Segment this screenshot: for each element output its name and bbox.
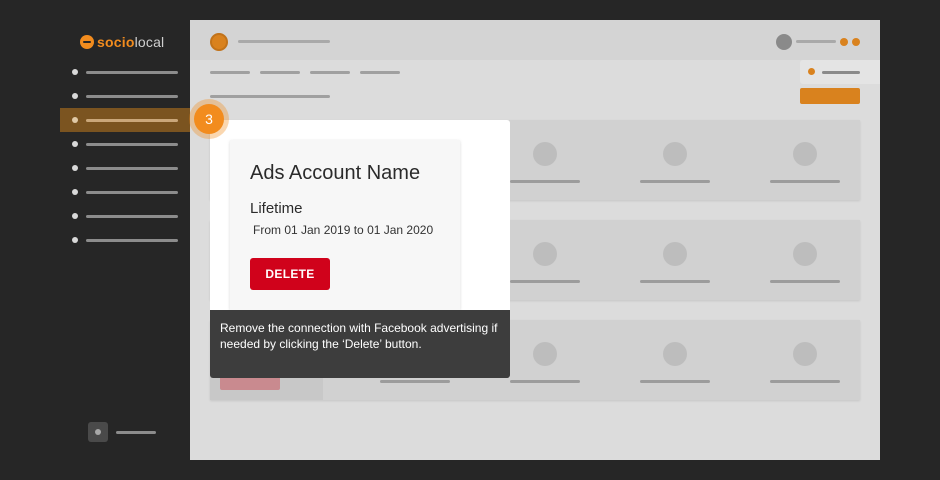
page-avatar[interactable] bbox=[210, 33, 228, 51]
metric-column bbox=[610, 120, 740, 200]
account-name: Ads Account Name bbox=[250, 162, 421, 184]
filter-pill[interactable] bbox=[800, 60, 880, 84]
logo-text-socio: socio bbox=[97, 34, 135, 50]
add-account-button[interactable] bbox=[800, 88, 860, 104]
ad-account-card: Ads Account Name Lifetime From 01 Jan 20… bbox=[230, 140, 460, 310]
menu-dot-icon bbox=[72, 141, 78, 147]
menu-dot-icon bbox=[72, 69, 78, 75]
page-title-placeholder bbox=[238, 40, 330, 43]
logo-icon bbox=[80, 35, 94, 49]
menu-dot-icon bbox=[72, 213, 78, 219]
sidebar-item-7[interactable] bbox=[60, 204, 190, 228]
user-name-placeholder bbox=[796, 40, 836, 43]
logo[interactable]: sociolocal bbox=[80, 33, 164, 51]
sidebar-item-8[interactable] bbox=[60, 228, 190, 252]
section-title-placeholder bbox=[210, 95, 330, 98]
menu-dot-icon bbox=[72, 189, 78, 195]
metric-column bbox=[740, 320, 870, 400]
metric-column bbox=[740, 220, 870, 300]
user-avatar[interactable] bbox=[776, 34, 792, 50]
step-number: 3 bbox=[194, 104, 224, 134]
delete-button[interactable]: DELETE bbox=[250, 258, 330, 290]
sidebar-item-3-active[interactable] bbox=[60, 108, 190, 132]
sidebar: sociolocal bbox=[60, 20, 190, 460]
period-label: Lifetime bbox=[250, 200, 303, 217]
tab-placeholder-4[interactable] bbox=[360, 71, 400, 74]
logo-text-local: local bbox=[134, 34, 165, 50]
tour-tooltip: Remove the connection with Facebook adve… bbox=[210, 310, 510, 378]
tab-placeholder-3[interactable] bbox=[310, 71, 350, 74]
metric-column bbox=[610, 320, 740, 400]
date-range: From 01 Jan 2019 to 01 Jan 2020 bbox=[253, 223, 434, 237]
top-bar bbox=[190, 20, 880, 60]
sidebar-item-5[interactable] bbox=[60, 156, 190, 180]
metric-column bbox=[740, 120, 870, 200]
sidebar-item-6[interactable] bbox=[60, 180, 190, 204]
menu-dot-icon bbox=[72, 165, 78, 171]
tab-placeholder-1[interactable] bbox=[210, 71, 250, 74]
tooltip-text: Remove the connection with Facebook adve… bbox=[220, 321, 498, 351]
sidebar-item-1[interactable] bbox=[60, 60, 190, 84]
menu-dot-icon bbox=[72, 237, 78, 243]
tour-step-badge[interactable]: 3 bbox=[189, 99, 229, 139]
sidebar-item-4[interactable] bbox=[60, 132, 190, 156]
metric-column bbox=[610, 220, 740, 300]
highlight-spotlight: Ads Account Name Lifetime From 01 Jan 20… bbox=[210, 120, 510, 310]
settings-label-placeholder bbox=[116, 431, 156, 434]
sidebar-item-2[interactable] bbox=[60, 84, 190, 108]
tab-placeholder-2[interactable] bbox=[260, 71, 300, 74]
menu-dot-icon[interactable] bbox=[852, 38, 860, 46]
settings-icon[interactable] bbox=[88, 422, 108, 442]
menu-dot-icon bbox=[72, 93, 78, 99]
menu-dot-icon bbox=[72, 117, 78, 123]
notification-dot-icon[interactable] bbox=[840, 38, 848, 46]
